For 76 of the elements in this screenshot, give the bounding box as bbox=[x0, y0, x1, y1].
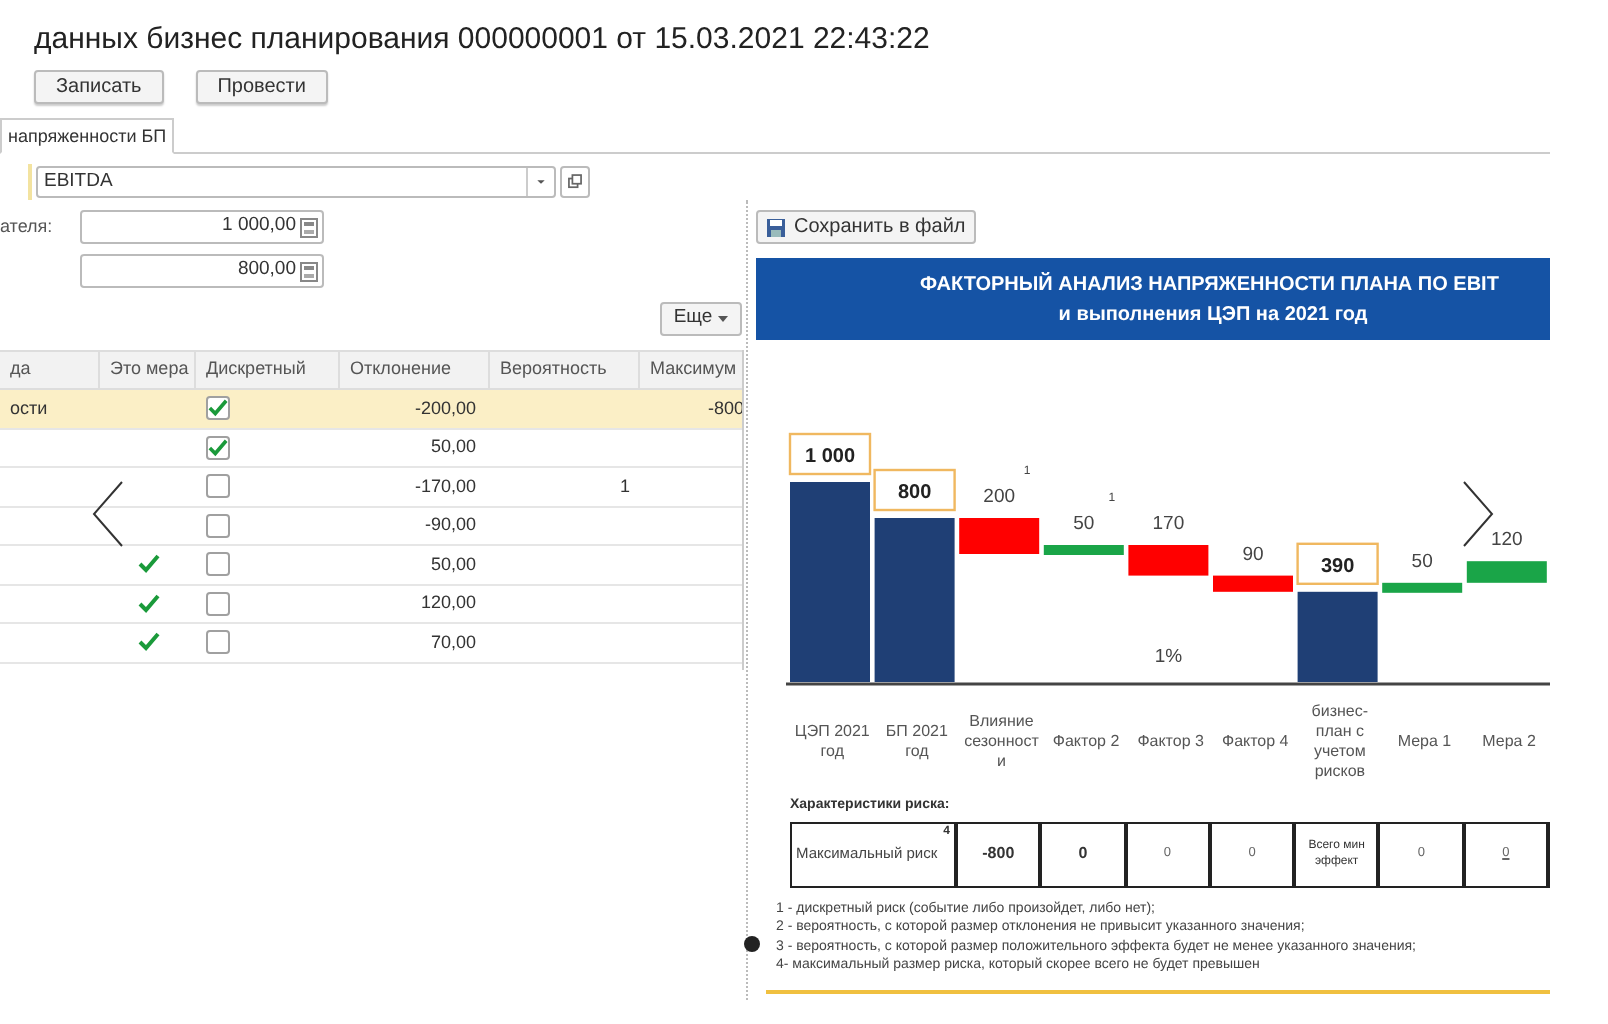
calculator-icon[interactable] bbox=[300, 217, 318, 237]
column-header[interactable]: Максимум bbox=[650, 356, 737, 384]
field-value: 1 000,00 bbox=[222, 212, 296, 241]
chart-bar bbox=[1043, 545, 1124, 555]
checkbox[interactable] bbox=[206, 474, 230, 499]
table-cell-text: 120,00 bbox=[420, 590, 476, 616]
checkbox[interactable] bbox=[206, 630, 230, 655]
category-label: бизнес-план с учетом рисков bbox=[1309, 702, 1371, 782]
table-cell: 0 bbox=[1078, 842, 1088, 866]
value-label: 170 bbox=[1152, 513, 1185, 535]
value-label: 200 bbox=[983, 486, 1016, 508]
value-label: 90 bbox=[1242, 543, 1264, 566]
chart-bar bbox=[1382, 582, 1463, 593]
category-label: Влияние сезонности bbox=[962, 712, 1041, 772]
table-row[interactable]: 120,00 bbox=[0, 585, 742, 624]
category-label: Фактор 4 bbox=[1219, 732, 1291, 752]
checkbox[interactable] bbox=[206, 435, 230, 460]
report-title: ФАКТОРНЫЙ АНАЛИЗ НАПРЯЖЕННОСТИ ПЛАНА ПО EBIT bbox=[918, 270, 1499, 299]
table-row[interactable]: -90,00 bbox=[0, 507, 742, 546]
toolbar-button[interactable]: Записать bbox=[34, 70, 164, 104]
table-row[interactable]: -170,00 1 bbox=[0, 468, 742, 507]
table-cell: -800 bbox=[982, 842, 1015, 866]
value-label: 800 bbox=[873, 468, 956, 512]
value-label: 120 bbox=[1490, 529, 1523, 552]
category-label: БП 2021 год bbox=[883, 722, 950, 762]
column-header[interactable]: Дискретный bbox=[206, 356, 306, 384]
table-cell-text: -200,00 bbox=[414, 395, 476, 421]
value-label: 1 000 bbox=[788, 432, 872, 476]
table-cell-text: 50,00 bbox=[430, 551, 476, 577]
value-label: 390 bbox=[1296, 542, 1379, 585]
tab[interactable]: напряженности БП bbox=[0, 118, 175, 154]
more-button[interactable]: Еще bbox=[660, 302, 742, 336]
field-value: EBITDA bbox=[42, 167, 115, 196]
field-label: ателя: bbox=[0, 213, 53, 240]
category-label: Мера 2 bbox=[1480, 732, 1538, 752]
checkbox[interactable] bbox=[206, 552, 230, 577]
field-value: 800,00 bbox=[237, 256, 296, 285]
column-header[interactable]: да bbox=[10, 356, 31, 384]
chart-bar bbox=[1466, 561, 1547, 583]
checkbox[interactable] bbox=[206, 513, 230, 538]
category-label: Фактор 2 bbox=[1050, 732, 1122, 752]
value-label: 50 bbox=[1411, 550, 1433, 573]
open-icon[interactable] bbox=[560, 166, 590, 198]
table-row[interactable]: 50,00 bbox=[0, 546, 742, 585]
save-button[interactable]: Сохранить в файл bbox=[756, 210, 976, 244]
column-header[interactable]: Отклонение bbox=[350, 356, 451, 384]
table-cell-text: -170,00 bbox=[414, 473, 476, 499]
table-cell-text: -90,00 bbox=[424, 512, 476, 538]
column-header[interactable]: Это мера bbox=[110, 356, 189, 384]
checkbox[interactable] bbox=[206, 396, 230, 421]
table-cell-text: ости bbox=[10, 395, 48, 421]
chart-bar bbox=[959, 518, 1040, 554]
toolbar-button[interactable]: Провести bbox=[195, 70, 328, 104]
category-label: Мера 1 bbox=[1395, 732, 1454, 752]
checkbox[interactable] bbox=[206, 591, 230, 616]
category-label: ЦЭП 2021 год bbox=[792, 722, 872, 762]
table-cell-text: 1 bbox=[619, 473, 630, 499]
chart-bar bbox=[1128, 545, 1209, 576]
annotation-label: 1% bbox=[1154, 646, 1183, 668]
table-row[interactable]: 50,00 bbox=[0, 429, 742, 468]
table-cell-text: 70,00 bbox=[430, 629, 476, 655]
column-header[interactable]: Вероятность bbox=[500, 356, 607, 384]
number-field[interactable]: 800,00 bbox=[80, 254, 324, 288]
table-cell-text: 50,00 bbox=[430, 434, 476, 460]
report-subtitle: и выполнения ЦЭП на 2021 год bbox=[1058, 301, 1368, 329]
splitter-handle[interactable] bbox=[744, 936, 760, 952]
chart-bar bbox=[1213, 575, 1293, 592]
chart-bar bbox=[1297, 591, 1378, 682]
number-field[interactable]: 1 000,00 bbox=[80, 210, 324, 244]
caret-icon bbox=[718, 316, 729, 322]
window-title: данных бизнес планирования 000000001 от 15.03.2021 22:43:22 bbox=[34, 20, 930, 60]
indicator-field[interactable]: EBITDA bbox=[36, 166, 556, 198]
category-label: Фактор 3 bbox=[1135, 732, 1206, 752]
calculator-icon[interactable] bbox=[300, 261, 318, 281]
table-row[interactable]: 70,00 bbox=[0, 624, 742, 663]
value-label: 50 bbox=[1073, 513, 1095, 535]
